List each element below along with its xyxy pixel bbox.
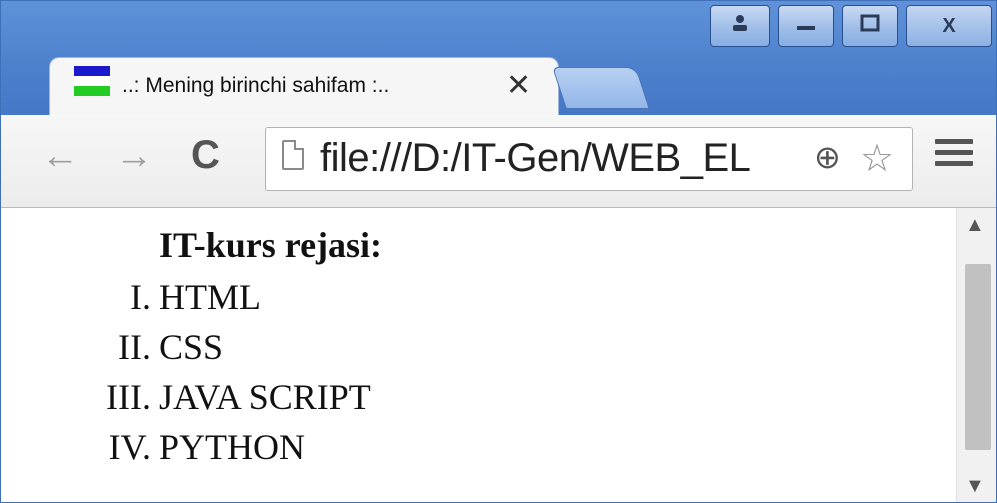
menu-icon[interactable] [935, 139, 973, 175]
maximize-button[interactable] [842, 5, 898, 47]
toolbar: ← → C file:///D:/IT-Gen/WEB_EL ⊕ ☆ [1, 115, 996, 208]
browser-window: X ..: Mening birinchi sahifam :.. ✕ ← → … [0, 0, 997, 503]
scrollbar-thumb[interactable] [965, 264, 991, 450]
close-window-button[interactable]: X [906, 5, 992, 47]
list-item-text: PYTHON [159, 427, 306, 467]
list-marker: III. [106, 377, 151, 417]
list-marker: IV. [108, 427, 151, 467]
page-heading: IT-kurs rejasi: [159, 225, 383, 265]
list-item-text: CSS [159, 327, 224, 367]
favicon [74, 66, 110, 106]
scroll-up-icon[interactable]: ▲ [965, 214, 985, 237]
list-marker: I. [130, 277, 151, 317]
back-button[interactable]: ← [41, 135, 79, 178]
page-content: IT-kurs rejasi: I. HTML II. CSS III. JAV… [1, 208, 956, 502]
address-bar[interactable]: file:///D:/IT-Gen/WEB_EL ⊕ ☆ [265, 127, 913, 191]
list-marker: II. [118, 327, 151, 367]
vertical-scrollbar[interactable]: ▲ ▼ [956, 208, 996, 502]
close-label: X [942, 14, 956, 37]
minimize-icon [794, 13, 818, 39]
forward-button[interactable]: → [115, 135, 153, 178]
url-text[interactable]: file:///D:/IT-Gen/WEB_EL [320, 136, 751, 181]
scroll-down-icon[interactable]: ▼ [965, 475, 985, 498]
reload-button[interactable]: C [191, 133, 220, 178]
tab-close-button[interactable]: ✕ [506, 68, 531, 103]
minimize-button[interactable] [778, 5, 834, 47]
title-bar: X ..: Mening birinchi sahifam :.. ✕ [1, 1, 996, 123]
maximize-icon [859, 13, 881, 39]
reload-icon: C [191, 133, 220, 177]
person-icon [730, 13, 750, 39]
star-icon[interactable]: ☆ [860, 136, 894, 181]
list-item-text: HTML [159, 277, 261, 317]
new-tab-button[interactable] [552, 67, 650, 109]
tab-active[interactable]: ..: Mening birinchi sahifam :.. ✕ [49, 57, 559, 123]
back-arrow-icon: ← [41, 135, 79, 177]
window-caption-buttons: X [710, 5, 992, 51]
tab-title: ..: Mening birinchi sahifam :.. [122, 74, 390, 97]
list-item-text: JAVA SCRIPT [159, 377, 371, 417]
zoom-icon[interactable]: ⊕ [814, 138, 841, 176]
forward-arrow-icon: → [115, 135, 153, 177]
page-icon [282, 140, 304, 170]
user-profile-button[interactable] [710, 5, 770, 47]
